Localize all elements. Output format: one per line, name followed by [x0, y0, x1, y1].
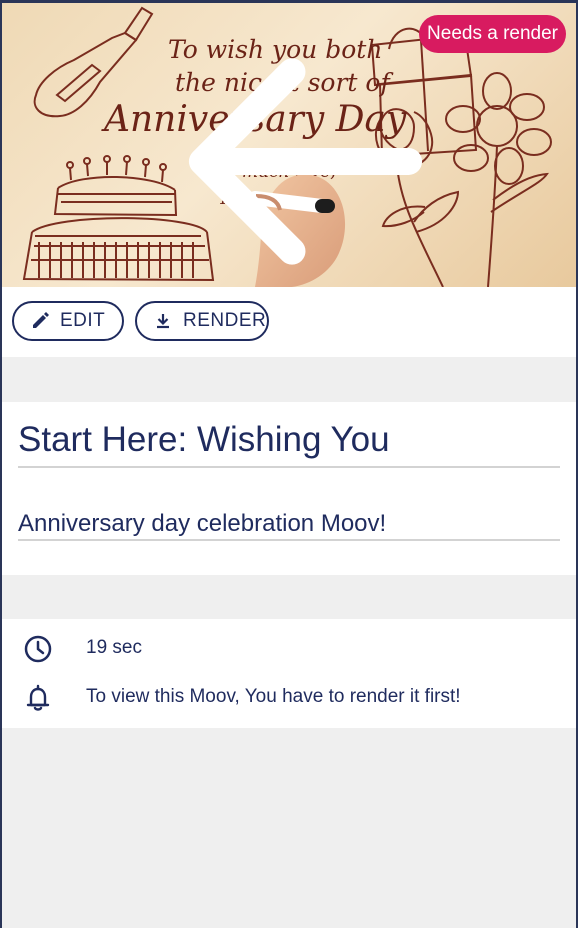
- back-button[interactable]: [12, 18, 423, 265]
- clock-icon: [22, 633, 54, 665]
- moov-title: Start Here: Wishing You: [18, 420, 390, 459]
- render-button[interactable]: RENDER: [135, 301, 269, 341]
- window-left-border: [0, 0, 2, 928]
- moov-info-panel: Start Here: Wishing You Anniversary day …: [0, 402, 578, 575]
- needs-render-badge: Needs a render: [419, 15, 566, 53]
- pencil-icon: [30, 311, 50, 331]
- arrow-left-icon: [188, 58, 423, 265]
- action-bar: EDIT RENDER: [0, 287, 578, 357]
- edit-label: EDIT: [60, 310, 106, 331]
- moov-description: Anniversary day celebration Moov!: [18, 510, 387, 537]
- window-top-border: [0, 0, 578, 3]
- title-divider: [18, 466, 560, 468]
- description-divider: [18, 539, 560, 541]
- moov-thumbnail: To wish you both the nicest sort of Anni…: [0, 0, 578, 287]
- render-notice-text: To view this Moov, You have to render it…: [86, 686, 461, 707]
- bell-icon: [22, 682, 54, 714]
- duration-row: 19 sec: [0, 625, 578, 665]
- download-icon: [153, 311, 173, 331]
- render-label: RENDER: [183, 310, 267, 331]
- render-notice-row: To view this Moov, You have to render it…: [0, 674, 578, 714]
- edit-button[interactable]: EDIT: [12, 301, 124, 341]
- duration-text: 19 sec: [86, 637, 142, 658]
- moov-meta-panel: 19 sec To view this Moov, You have to re…: [0, 619, 578, 728]
